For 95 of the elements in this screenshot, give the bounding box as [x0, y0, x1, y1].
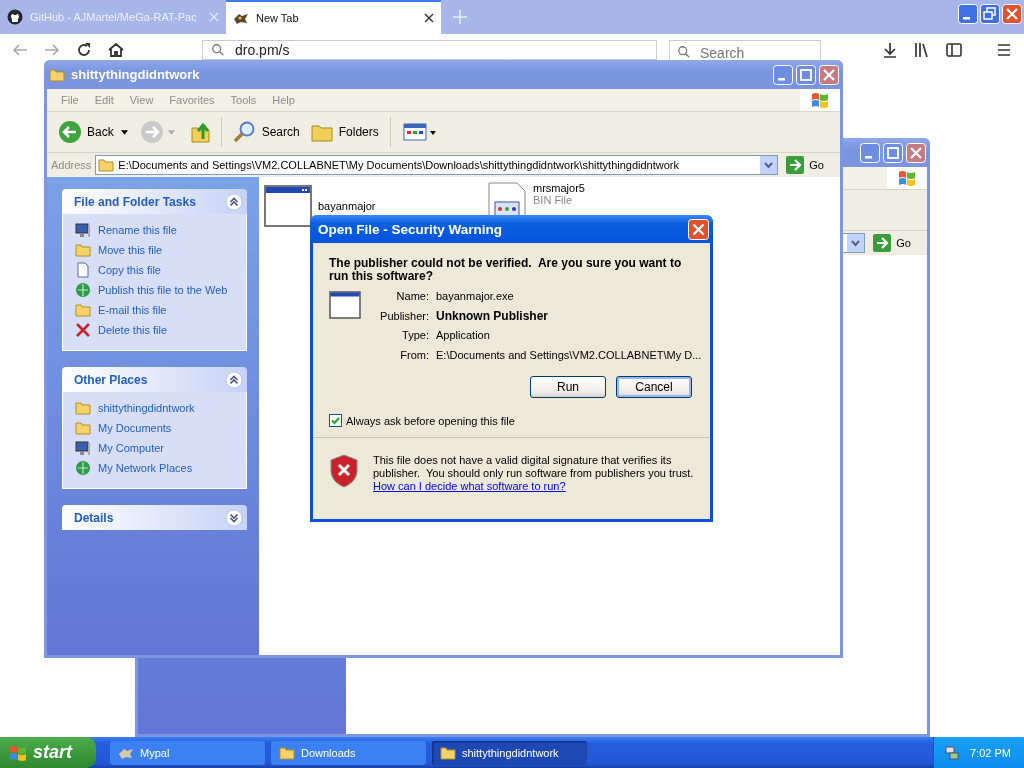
task-link[interactable]: Rename this file — [98, 224, 177, 236]
task-link[interactable]: E-mail this file — [98, 304, 167, 316]
close-icon[interactable] — [424, 13, 434, 23]
dropdown-button[interactable] — [760, 156, 778, 174]
panel-header[interactable]: Details — [62, 505, 247, 530]
menu-item[interactable]: Tools — [222, 94, 265, 106]
checkbox[interactable] — [329, 414, 342, 427]
restore-button[interactable] — [980, 4, 1000, 24]
collapse-icon[interactable] — [225, 192, 243, 211]
close-button[interactable] — [688, 218, 709, 240]
home-icon[interactable] — [106, 40, 126, 60]
cancel-button[interactable]: Cancel — [616, 376, 692, 398]
shield-icon — [329, 454, 359, 488]
expand-icon[interactable] — [225, 508, 243, 527]
help-link[interactable]: How can I decide what software to run? — [373, 480, 700, 493]
search-button[interactable]: Search — [229, 118, 303, 146]
panel-header[interactable]: Other Places — [62, 367, 247, 392]
up-folder-icon[interactable] — [188, 120, 213, 144]
windows-logo-icon — [810, 90, 830, 110]
cross-icon — [75, 322, 91, 338]
monitor-icon — [75, 222, 91, 238]
menu-item[interactable]: View — [121, 94, 162, 106]
sidebar-icon[interactable] — [944, 40, 964, 60]
collapse-icon[interactable] — [225, 370, 243, 389]
globe-icon — [75, 460, 91, 476]
menu-item[interactable]: Help — [264, 94, 303, 106]
views-icon[interactable] — [402, 122, 437, 142]
taskbar-button[interactable]: Mypal — [110, 740, 265, 765]
folder-icon — [98, 158, 115, 172]
field-value: E:\Documents and Settings\VM2.COLLABNET\My D... — [436, 347, 702, 362]
field-label: Name: — [395, 289, 429, 304]
panel-header[interactable]: File and Folder Tasks — [62, 189, 247, 214]
windows-logo-icon — [897, 168, 917, 188]
task-link[interactable]: shittythingdidntwork — [98, 402, 195, 414]
search-icon — [677, 45, 691, 59]
folder-icon — [75, 420, 91, 436]
caret-icon[interactable] — [120, 129, 128, 135]
network-icon[interactable] — [944, 744, 960, 761]
folder-icon — [75, 400, 91, 416]
field-label: Publisher: — [379, 308, 429, 323]
go-button[interactable]: Go — [782, 156, 836, 174]
field-value: Application — [436, 328, 491, 343]
task-link[interactable]: Copy this file — [98, 264, 161, 276]
field-label: From: — [399, 347, 429, 362]
question-text: The publisher could not be verified. Are you sure you want to run this software? — [329, 257, 683, 283]
dropdown-button[interactable] — [847, 234, 865, 252]
start-button[interactable]: start — [0, 737, 96, 768]
warning-text: This file does not have a valid digital signature that verifies its publisher. You should only run software from publishers you trust. — [373, 454, 695, 480]
folder-icon — [75, 242, 91, 258]
window-title: shittythingdidntwork — [71, 67, 200, 82]
address-field[interactable]: E:\Documents and Settings\VM2.COLLABNET\My Documents\Downloads\shittythingdidntwork\shittythingdidntwork — [95, 155, 779, 175]
task-link[interactable]: Delete this file — [98, 324, 168, 336]
file-type: BIN File — [533, 194, 574, 206]
clock: 7:02 PM — [970, 746, 1011, 759]
arrow-icon — [786, 156, 805, 174]
taskbar-button[interactable]: Downloads — [271, 740, 426, 765]
address-label: Address — [51, 159, 92, 171]
search-icon — [232, 120, 257, 144]
url-text: dro.pm/s — [235, 42, 290, 58]
back-button[interactable]: Back — [55, 118, 117, 146]
field-label: Type: — [401, 328, 429, 343]
close-button[interactable] — [1002, 4, 1022, 24]
browser-tab[interactable]: New Tab — [226, 0, 441, 34]
field-value: bayanmajor.exe — [436, 289, 515, 304]
go-button[interactable]: Go — [869, 234, 923, 252]
dialog-title: Open File - Security Warning — [318, 221, 503, 237]
file-name: mrsmajor5 — [533, 182, 585, 194]
arrow-icon — [873, 234, 892, 252]
folder-icon — [279, 745, 295, 760]
menu-item[interactable]: File — [53, 94, 87, 106]
task-link[interactable]: My Documents — [98, 422, 172, 434]
folders-button[interactable]: Folders — [306, 118, 382, 146]
program-window-icon[interactable] — [264, 185, 312, 227]
taskbar-button[interactable]: shittythingdidntwork — [432, 740, 587, 765]
monitor-icon — [75, 440, 91, 456]
task-link[interactable]: My Computer — [98, 442, 165, 454]
file-name: bayanmajor — [318, 200, 376, 212]
address-bar[interactable]: dro.pm/s — [202, 40, 657, 60]
menu-item[interactable]: Favorites — [161, 94, 223, 106]
folder-icon — [75, 302, 91, 318]
task-link[interactable]: Move this file — [98, 244, 163, 256]
checkbox-label[interactable]: Always ask before opening this file — [346, 414, 515, 427]
task-link[interactable]: Publish this file to the Web — [98, 284, 228, 296]
folder-icon — [49, 67, 65, 82]
search-icon — [211, 43, 225, 57]
globe-icon — [75, 282, 91, 298]
run-button[interactable]: Run — [530, 376, 606, 398]
minimize-button[interactable] — [958, 4, 978, 24]
program-window-icon — [329, 291, 361, 319]
folder-icon — [440, 745, 456, 760]
document-icon — [75, 262, 91, 278]
task-link[interactable]: My Network Places — [98, 462, 193, 474]
field-value: Unknown Publisher — [436, 308, 549, 323]
search-field[interactable]: Search — [669, 40, 821, 60]
menu-item[interactable]: Edit — [86, 94, 122, 106]
